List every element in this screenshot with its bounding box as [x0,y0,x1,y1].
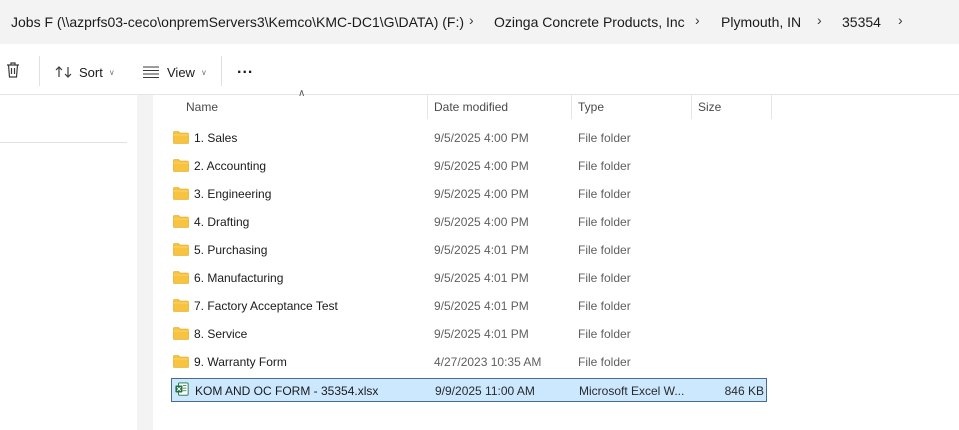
file-type: File folder [578,215,631,229]
breadcrumb-location[interactable]: Plymouth, IN [721,14,801,30]
file-row[interactable]: 2. Accounting 9/5/2025 4:00 PM File folder [171,154,767,178]
file-date-modified: 9/9/2025 11:00 AM [435,384,535,398]
file-name: 7. Factory Acceptance Test [194,299,338,313]
column-size-label: Size [698,100,722,114]
trash-icon [7,62,19,78]
column-divider[interactable] [427,95,428,119]
sort-icon [55,66,72,78]
folder-icon [173,299,189,312]
nav-divider [0,142,127,143]
file-row[interactable]: 1. Sales 9/5/2025 4:00 PM File folder [171,126,767,150]
column-date-label: Date modified [434,100,509,114]
file-size: 846 KB [724,384,764,398]
column-header-name[interactable]: Name [186,95,426,119]
folder-icon [173,271,189,284]
excel-file-icon [175,382,189,396]
file-row[interactable]: 6. Manufacturing 9/5/2025 4:01 PM File fol… [171,266,767,290]
navigation-pane[interactable] [0,95,137,430]
address-bar: Jobs F (\\azprfs03-ceco\onpremServers3\K… [0,0,959,44]
folder-icon [173,355,189,368]
chevron-right-icon[interactable]: › [898,12,903,28]
file-name: 9. Warranty Form [194,355,287,369]
file-row[interactable]: 9. Warranty Form 4/27/2023 10:35 AM File f… [171,350,767,374]
chevron-down-icon: ∨ [108,67,115,77]
breadcrumb-drive[interactable]: Jobs F (\\azprfs03-ceco\onpremServers3\K… [11,14,464,30]
file-type: File folder [578,271,631,285]
folder-icon [173,327,189,340]
column-header-size[interactable]: Size [698,95,770,119]
file-name: 1. Sales [194,131,238,145]
breadcrumb-job[interactable]: 35354 [842,14,881,30]
file-date-modified: 9/5/2025 4:01 PM [434,327,529,341]
file-row[interactable]: KOM AND OC FORM - 35354.xlsx 9/9/2025 11:… [171,378,767,402]
folder-icon [173,187,189,200]
file-row[interactable]: 3. Engineering 9/5/2025 4:00 PM File folde… [171,182,767,206]
folder-icon [173,243,189,256]
toolbar-divider [221,56,222,86]
column-header-type[interactable]: Type [578,95,690,119]
file-type: File folder [578,299,631,313]
view-button[interactable]: View ∨ [143,64,207,80]
folder-icon [173,215,189,228]
file-row[interactable]: 4. Drafting 9/5/2025 4:00 PM File folder [171,210,767,234]
file-type: File folder [578,327,631,341]
view-label: View [167,64,195,80]
chevron-right-icon[interactable]: › [469,12,474,28]
more-icon: ... [237,60,254,77]
more-options-button[interactable]: ... [237,60,254,77]
file-row[interactable]: 7. Factory Acceptance Test 9/5/2025 4:01 … [171,294,767,318]
file-date-modified: 4/27/2023 10:35 AM [434,355,542,369]
folder-icon [173,131,189,144]
file-date-modified: 9/5/2025 4:01 PM [434,243,529,257]
column-divider[interactable] [691,95,692,119]
breadcrumb-customer[interactable]: Ozinga Concrete Products, Inc [494,14,685,30]
file-row[interactable]: 5. Purchasing 9/5/2025 4:01 PM File folder [171,238,767,262]
sort-button[interactable]: Sort ∨ [55,64,115,80]
delete-button[interactable] [5,62,21,78]
file-name: 4. Drafting [194,215,250,229]
toolbar-divider [39,56,40,86]
file-type: File folder [578,243,631,257]
file-name: 6. Manufacturing [194,271,284,285]
file-name: 3. Engineering [194,187,272,201]
column-divider[interactable] [771,95,772,119]
file-type: File folder [578,131,631,145]
column-divider[interactable] [571,95,572,119]
file-date-modified: 9/5/2025 4:00 PM [434,159,529,173]
chevron-right-icon[interactable]: › [817,12,822,28]
file-type: File folder [578,355,631,369]
file-name: KOM AND OC FORM - 35354.xlsx [195,384,379,398]
column-header-date[interactable]: Date modified [434,95,570,119]
file-type: File folder [578,159,631,173]
chevron-down-icon: ∨ [200,67,207,77]
chevron-right-icon[interactable]: › [695,12,700,28]
file-date-modified: 9/5/2025 4:01 PM [434,299,529,313]
file-type: File folder [578,187,631,201]
column-name-label: Name [186,100,219,114]
column-type-label: Type [578,100,605,114]
file-row[interactable]: 8. Service 9/5/2025 4:01 PM File folder [171,322,767,346]
file-date-modified: 9/5/2025 4:00 PM [434,215,529,229]
view-icon [143,66,159,78]
file-type: Microsoft Excel W... [579,384,685,398]
file-name: 2. Accounting [194,159,267,173]
pane-splitter[interactable] [137,95,153,430]
file-date-modified: 9/5/2025 4:00 PM [434,187,529,201]
folder-icon [173,159,189,172]
file-date-modified: 9/5/2025 4:00 PM [434,131,529,145]
command-bar: Sort ∨ View ∨ ... [0,44,959,95]
sort-label: Sort [79,64,103,80]
file-date-modified: 9/5/2025 4:01 PM [434,271,529,285]
file-name: 5. Purchasing [194,243,268,257]
file-name: 8. Service [194,327,248,341]
